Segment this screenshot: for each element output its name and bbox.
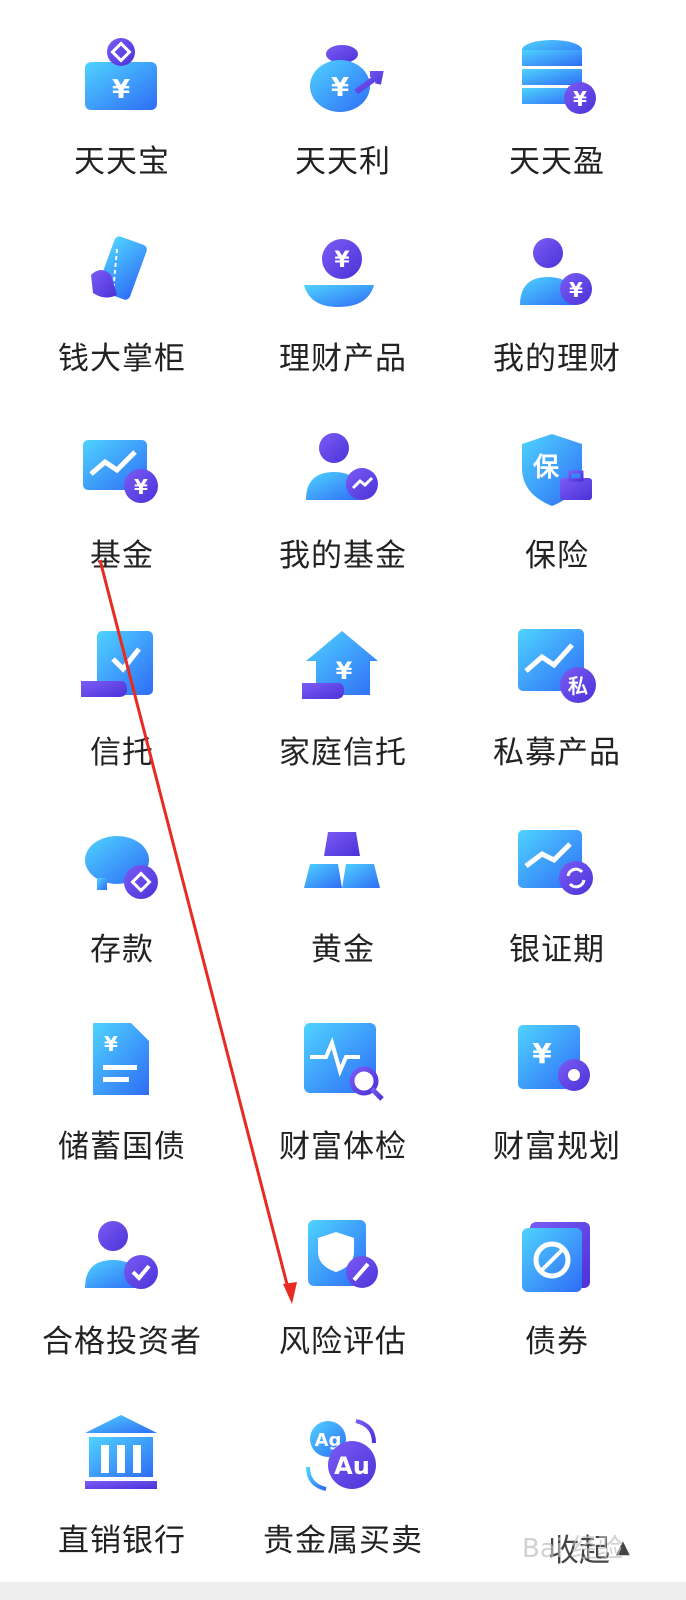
gold-bars-icon bbox=[304, 832, 380, 888]
trend-exchange-icon bbox=[518, 830, 593, 895]
menu-grid: ¥ 天天宝 ¥ 天天利 ¥ 天天盈 钱大掌柜 ¥ 理财产品 ¥ 我的理财 ¥ 基… bbox=[0, 0, 686, 1576]
menu-item-caifutijian[interactable]: 财富体检 bbox=[236, 985, 450, 1182]
menu-item-wodelicai[interactable]: ¥ 我的理财 bbox=[450, 197, 664, 394]
shield-pen-icon bbox=[308, 1220, 378, 1288]
menu-item-label: 贵金属买卖 bbox=[263, 1523, 423, 1559]
hand-coin-icon: ¥ bbox=[304, 239, 374, 307]
menu-item-label: 黄金 bbox=[311, 932, 375, 968]
menu-item-label: 债券 bbox=[525, 1324, 589, 1360]
menu-item-label: 保险 bbox=[525, 538, 589, 574]
menu-item-licaichanpin[interactable]: ¥ 理财产品 bbox=[236, 197, 450, 394]
menu-item-label: 家庭信托 bbox=[279, 735, 407, 771]
user-check-icon bbox=[85, 1221, 158, 1289]
menu-item-label: 直销银行 bbox=[58, 1523, 186, 1559]
menu-item-qiandazhanggui[interactable]: 钱大掌柜 bbox=[8, 197, 236, 394]
trend-private-icon: 私 bbox=[518, 629, 596, 703]
svg-text:Au: Au bbox=[334, 1452, 370, 1480]
bottom-bar bbox=[0, 1582, 686, 1600]
svg-text:¥: ¥ bbox=[104, 1032, 118, 1056]
menu-item-label: 存款 bbox=[90, 932, 154, 968]
svg-text:¥: ¥ bbox=[573, 87, 587, 111]
menu-item-label: 理财产品 bbox=[279, 341, 407, 377]
menu-item-baoxian[interactable]: 保 保险 bbox=[450, 394, 664, 591]
menu-item-label: 财富规划 bbox=[493, 1129, 621, 1165]
hand-check-icon bbox=[81, 631, 153, 697]
menu-item-fengxianpinggu[interactable]: 风险评估 bbox=[236, 1182, 450, 1379]
bond-card-icon bbox=[522, 1222, 590, 1292]
coin-stack-icon: ¥ bbox=[522, 40, 596, 114]
menu-item-label: 财富体检 bbox=[279, 1129, 407, 1165]
coin-gear-icon: ¥ bbox=[518, 1025, 590, 1091]
menu-item-label: 天天利 bbox=[295, 144, 391, 180]
menu-item-xintuo[interactable]: 信托 bbox=[8, 591, 236, 788]
menu-item-label: 基金 bbox=[90, 538, 154, 574]
house-coin-icon: ¥ bbox=[302, 631, 378, 699]
svg-text:¥: ¥ bbox=[532, 1037, 552, 1070]
menu-item-jijin[interactable]: ¥ 基金 bbox=[8, 394, 236, 591]
menu-item-guijinshumaimai[interactable]: Ag Au 贵金属买卖 bbox=[236, 1379, 450, 1576]
menu-item-hegetouzizhe[interactable]: 合格投资者 bbox=[8, 1182, 236, 1379]
svg-text:保: 保 bbox=[532, 453, 560, 483]
menu-item-label: 信托 bbox=[90, 735, 154, 771]
menu-item-chuxuguozhai[interactable]: ¥ 储蓄国债 bbox=[8, 985, 236, 1182]
menu-item-tiantianli[interactable]: ¥ 天天利 bbox=[236, 0, 450, 197]
user-coin-icon: ¥ bbox=[520, 238, 592, 305]
menu-item-label: 储蓄国债 bbox=[58, 1129, 186, 1165]
menu-item-label: 我的基金 bbox=[279, 538, 407, 574]
menu-item-cunkuan[interactable]: 存款 bbox=[8, 788, 236, 985]
menu-item-label: 天天宝 bbox=[74, 144, 170, 180]
svg-text:¥: ¥ bbox=[569, 278, 583, 302]
trend-coin-icon: ¥ bbox=[83, 440, 158, 503]
pulse-search-icon bbox=[304, 1023, 384, 1101]
money-bag-icon: ¥ bbox=[310, 45, 384, 112]
menu-item-tiantianbao[interactable]: ¥ 天天宝 bbox=[8, 0, 236, 197]
menu-item-huangjin[interactable]: 黄金 bbox=[236, 788, 450, 985]
menu-item-yinzhengqi[interactable]: 银证期 bbox=[450, 788, 664, 985]
menu-item-zhixiaoyinhang[interactable]: 直销银行 bbox=[8, 1379, 236, 1576]
watermark: Bai 经验 bbox=[522, 1534, 624, 1564]
menu-item-label: 我的理财 bbox=[493, 341, 621, 377]
menu-item-zhaiquan[interactable]: 债券 bbox=[450, 1182, 664, 1379]
menu-item-tiantianying[interactable]: ¥ 天天盈 bbox=[450, 0, 664, 197]
menu-item-label: 私募产品 bbox=[493, 735, 621, 771]
svg-text:¥: ¥ bbox=[334, 248, 350, 273]
ag-au-exchange-icon: Ag Au bbox=[306, 1419, 376, 1491]
menu-item-label: 天天盈 bbox=[509, 144, 605, 180]
user-trend-icon bbox=[306, 433, 378, 500]
menu-item-label: 风险评估 bbox=[279, 1324, 407, 1360]
menu-item-label: 银证期 bbox=[509, 932, 605, 968]
svg-text:¥: ¥ bbox=[336, 657, 353, 685]
svg-text:¥: ¥ bbox=[134, 475, 148, 499]
bank-icon bbox=[85, 1415, 157, 1489]
menu-item-simuchanpin[interactable]: 私 私募产品 bbox=[450, 591, 664, 788]
menu-item-wodejijin[interactable]: 我的基金 bbox=[236, 394, 450, 591]
bond-document-icon: ¥ bbox=[93, 1023, 149, 1095]
piggy-bank-icon bbox=[85, 836, 158, 899]
shield-bag-icon: 保 bbox=[522, 434, 592, 506]
svg-text:¥: ¥ bbox=[331, 73, 349, 103]
menu-item-label: 钱大掌柜 bbox=[58, 341, 186, 377]
menu-item-jiatingxintuo[interactable]: ¥ 家庭信托 bbox=[236, 591, 450, 788]
menu-item-label: 合格投资者 bbox=[42, 1324, 202, 1360]
hand-card-icon bbox=[91, 236, 147, 300]
svg-text:¥: ¥ bbox=[112, 75, 130, 105]
wallet-coin-icon: ¥ bbox=[85, 38, 157, 110]
menu-item-caifuguihua[interactable]: ¥ 财富规划 bbox=[450, 985, 664, 1182]
svg-text:私: 私 bbox=[568, 674, 588, 698]
